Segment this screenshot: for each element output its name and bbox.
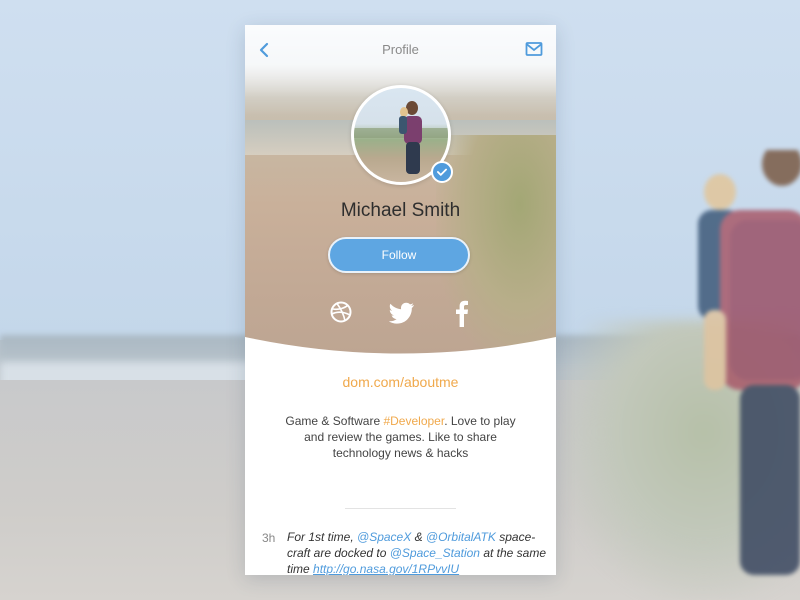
top-bar: Profile [245,25,556,75]
cover-curve [245,337,556,365]
profile-card: Profile Michael Smith Follow dom.com/abo… [245,25,556,575]
profile-link[interactable]: dom.com/aboutme [245,374,556,390]
bio-hashtag[interactable]: #Developer [383,414,444,428]
page-title: Profile [382,42,419,57]
tweet-url-link[interactable]: http://go.nasa.gov/1RPvvIU [313,562,459,575]
follow-button[interactable]: Follow [328,237,470,273]
mail-icon[interactable] [525,41,543,57]
background-person-illustration [698,150,800,575]
tweet-mention-space-station[interactable]: @Space_Station [390,546,480,560]
tweet-timestamp: 3h [262,531,276,545]
profile-bio: Game & Software #Developer. Love to play… [285,413,516,461]
profile-name: Michael Smith [340,200,461,221]
twitter-icon[interactable] [389,297,415,327]
avatar-container [351,85,453,185]
tweet-mention-orbitalatk[interactable]: @OrbitalATK [426,530,496,544]
tweet-mention-spacex[interactable]: @SpaceX [357,530,411,544]
bio-text: Game & Software [285,414,384,428]
verified-check-icon [431,161,453,183]
tweet-text-part: & [411,530,426,544]
divider [345,508,456,509]
tweet-text-part: For 1st time, [287,530,358,544]
dribbble-icon[interactable] [329,297,353,327]
tweet-text: For 1st time, @SpaceX & @OrbitalATK spac… [287,529,552,575]
facebook-icon[interactable] [455,297,469,327]
